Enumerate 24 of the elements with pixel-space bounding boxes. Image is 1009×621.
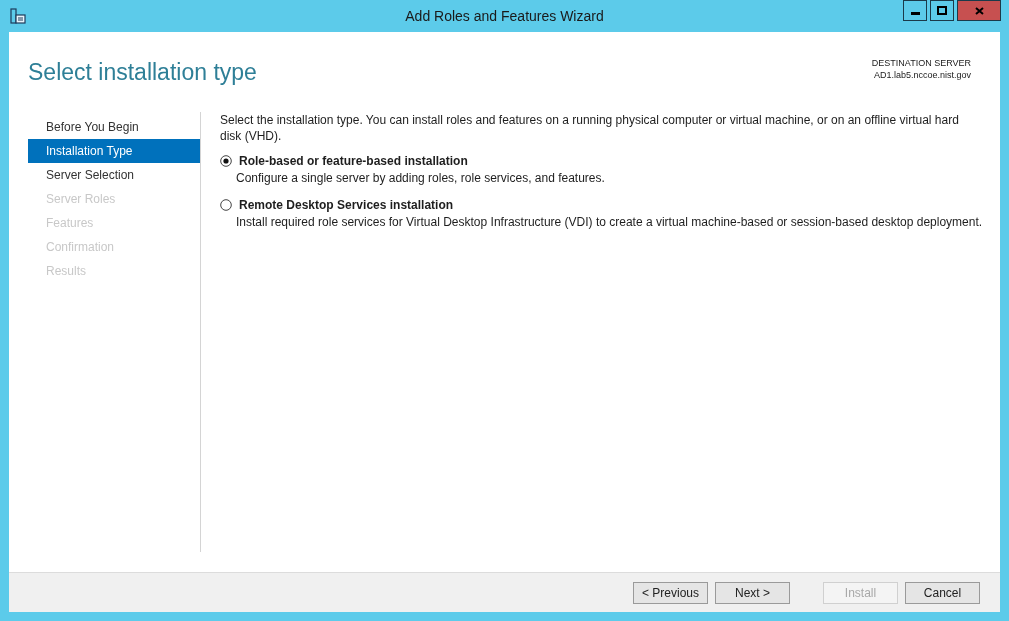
close-button[interactable] bbox=[957, 0, 1001, 21]
wizard-button[interactable]: < Previous bbox=[633, 581, 708, 604]
intro-text: Select the installation type. You can install roles and features on a running physical computer or virtual machine, or on an offline virtual hard disk (VHD). bbox=[220, 112, 960, 144]
sidebar-item[interactable]: Before You Begin bbox=[28, 115, 200, 139]
window-title: Add Roles and Features Wizard bbox=[405, 6, 604, 26]
option-description: Configure a single server by adding roles, role services, and features. bbox=[235, 170, 606, 187]
radio-button[interactable] bbox=[220, 199, 232, 211]
page-title: Select installation type bbox=[28, 58, 257, 87]
wizard-button[interactable]: Cancel bbox=[905, 581, 980, 604]
option-description: Install required role services for Virtual Desktop Infrastructure (VDI) to create a virtual machine-based or session-based desktop deployment. bbox=[235, 214, 984, 231]
wizard-button[interactable]: Next > bbox=[715, 581, 790, 604]
minimize-icon bbox=[910, 12, 920, 15]
radio-button[interactable] bbox=[220, 155, 232, 167]
minimize-button[interactable] bbox=[903, 0, 927, 21]
option-label[interactable]: Remote Desktop Services installation bbox=[239, 197, 454, 213]
sidebar-item[interactable]: Server Selection bbox=[28, 163, 200, 187]
option-label[interactable]: Role-based or feature-based installation bbox=[239, 153, 468, 169]
maximize-icon bbox=[937, 6, 947, 15]
maximize-button[interactable] bbox=[930, 0, 954, 21]
app-icon bbox=[10, 8, 26, 24]
destination-label: DESTINATION SERVER bbox=[871, 57, 971, 69]
destination-server: AD1.lab5.nccoe.nist.gov bbox=[873, 69, 971, 81]
sidebar-item[interactable]: Installation Type bbox=[28, 139, 200, 163]
close-icon bbox=[974, 6, 984, 15]
